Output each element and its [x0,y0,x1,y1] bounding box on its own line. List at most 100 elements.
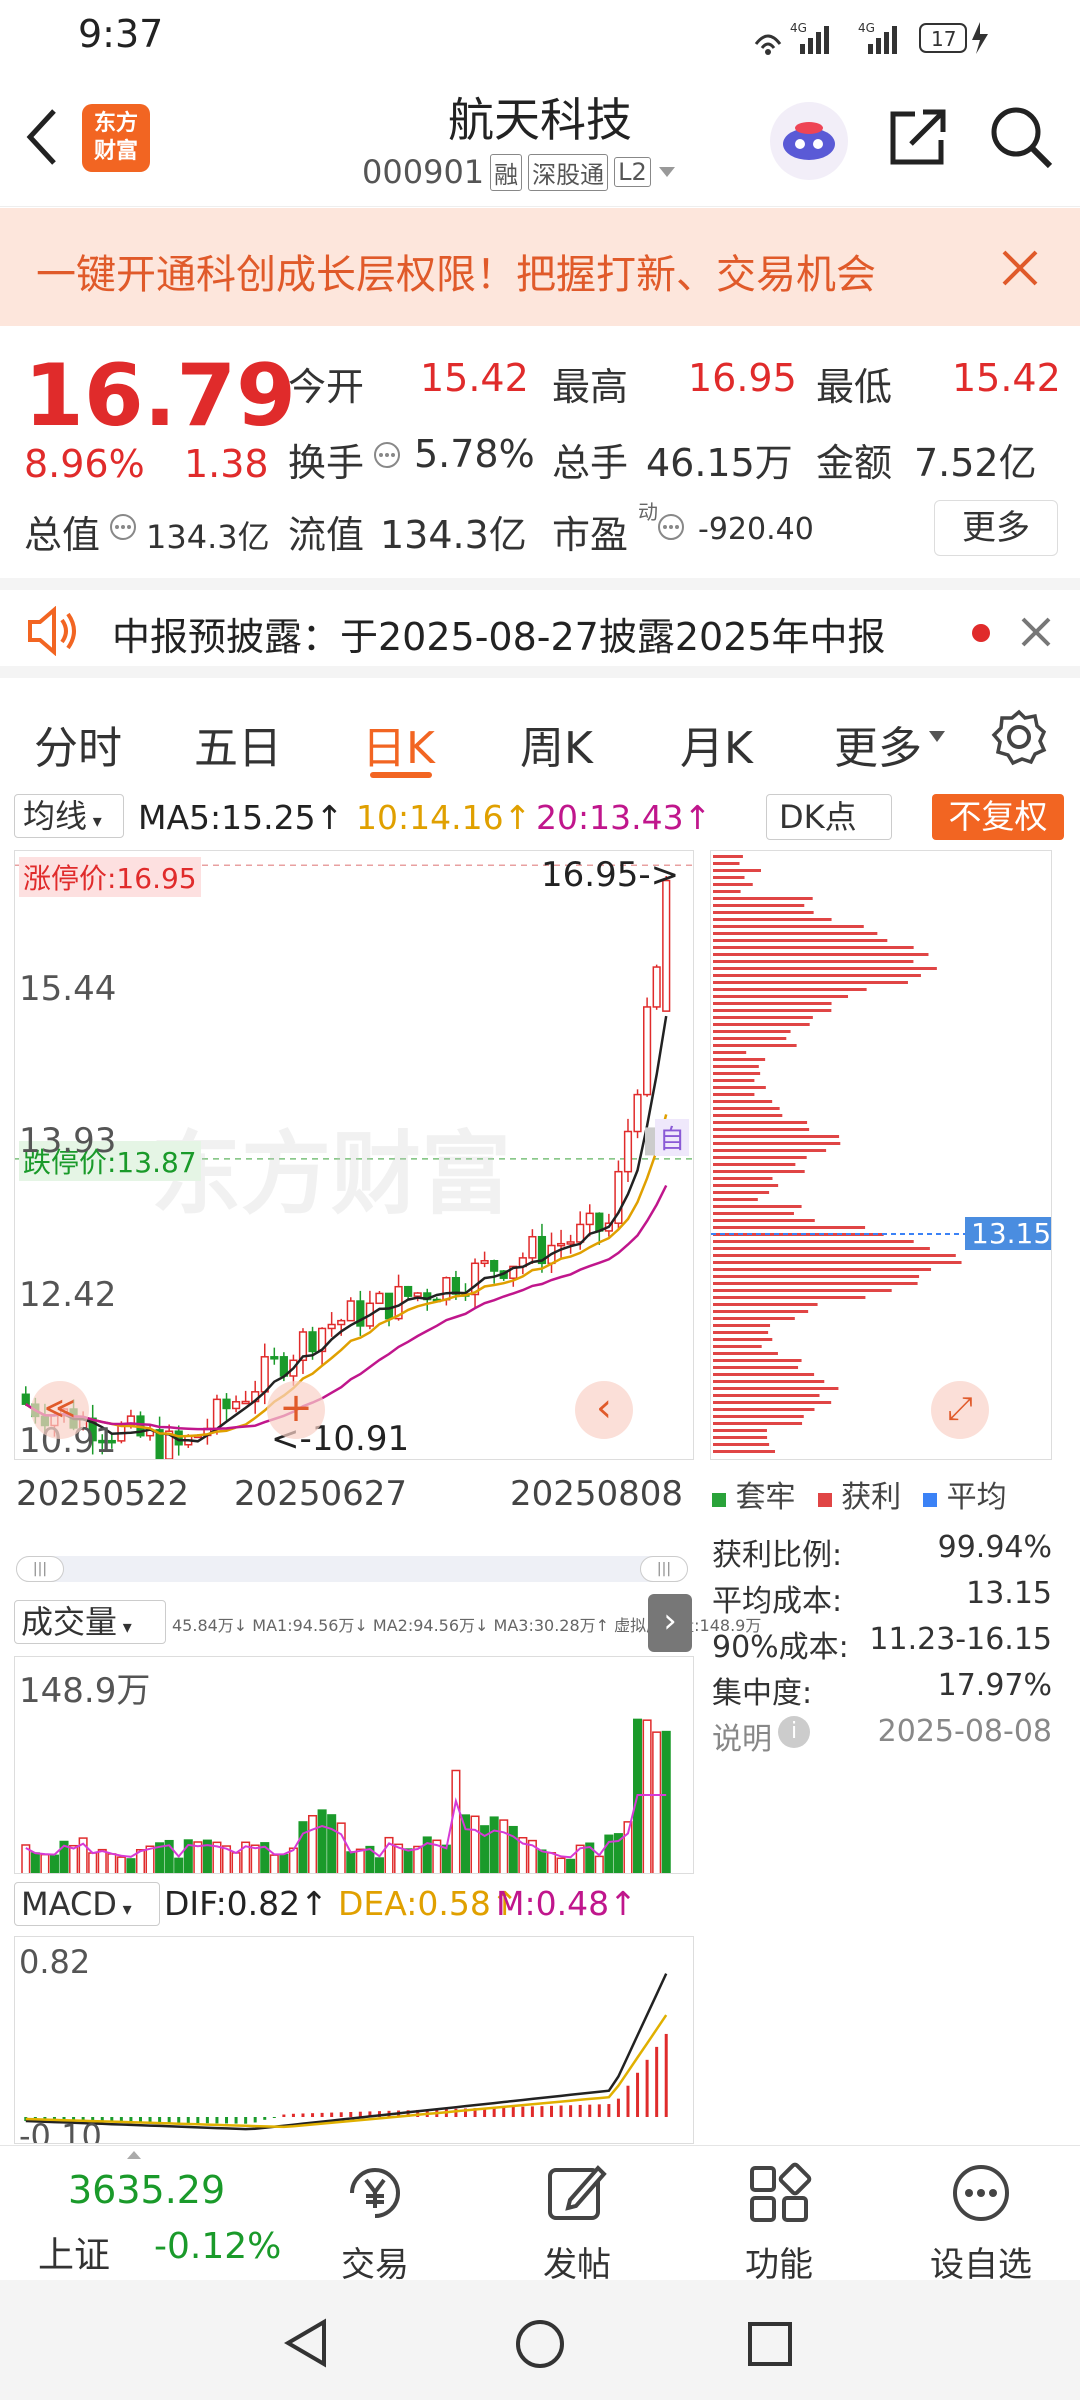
trade-button[interactable]: 交易 [300,2146,450,2285]
active-tab-indicator [370,772,432,778]
turnover-value: 5.78% [414,432,535,476]
candle [576,1223,585,1243]
post-button[interactable]: 发帖 [502,2146,652,2285]
chip-bar [713,1408,815,1411]
gear-icon[interactable] [990,708,1048,766]
more-quote-button[interactable]: 更多 [934,500,1058,556]
share-icon[interactable] [885,106,949,170]
tab-five-day[interactable]: 五日 [194,712,282,776]
macd-bar [645,2059,649,2117]
mktcap-label: 总值 [24,513,101,557]
chip-bar [713,1128,810,1131]
macd-bar [607,2104,611,2117]
functions-label: 功能 [745,2245,813,2285]
tab-monthly-k[interactable]: 月K [680,712,753,776]
chip-bar [713,911,814,914]
close-icon[interactable] [1000,248,1040,288]
nav-recents-icon[interactable] [746,2320,794,2368]
index-ticker[interactable]: 3635.29 上证 -0.12% [0,2146,281,2281]
tab-more[interactable]: 更多 [834,712,922,776]
watermark: 东方财富 [151,1122,511,1227]
tab-intraday[interactable]: 分时 [34,712,122,776]
range-handle-left[interactable]: ||| [16,1556,64,1582]
caret-up-icon [127,2151,141,2159]
info-icon[interactable] [372,440,402,470]
chip-note-row: 说明 i 2025-08-08 [712,1714,1052,1764]
notice-bar[interactable]: 中报预披露：于2025-08-27披露2025年中报 [0,578,1080,678]
chip-bar [713,1037,787,1040]
close-icon[interactable] [1020,616,1052,648]
pe-dynamic-mark: 动 [638,500,658,524]
adjust-selector[interactable]: 不复权 [932,794,1064,840]
volume-bar [97,1848,107,1873]
open-value: 15.42 [420,356,529,400]
zoom-out-button[interactable]: ≪ [31,1381,89,1439]
chip-note[interactable]: 说明 [712,1722,772,1757]
macd-bar [234,2117,238,2124]
candle [413,1292,422,1297]
candle [623,1130,633,1173]
tab-weekly-k[interactable]: 周K [520,712,593,776]
macd-bar [655,2046,659,2117]
ma-selector[interactable]: 均线 ▾ [14,794,124,838]
kline-chart[interactable]: 东方财富 涨停价:16.95 跌停价:13.87 15.44 13.93 12.… [14,850,694,1460]
chip-avg-label: 13.15 [965,1217,1051,1250]
assistant-avatar[interactable] [770,102,848,180]
expand-panel-button[interactable]: › [648,1594,692,1652]
functions-button[interactable]: 功能 [704,2146,854,2285]
tab-daily-k[interactable]: 日K [362,712,435,776]
signal-wifi-icon: 4G 4G 17 [754,21,988,55]
chip-bar [713,988,867,991]
info-icon[interactable]: i [778,1716,810,1748]
stock-header: 东方 财富 航天科技 000901 融 深股通 L2 [0,72,1080,207]
volume-bar [88,1852,98,1873]
scroll-left-button[interactable]: ‹ [575,1381,633,1439]
expand-icon[interactable]: ⤢ [931,1381,989,1439]
chip-bar [713,995,849,998]
volume-bar [355,1848,365,1873]
macd-dea: DEA:0.58↑ [338,1884,519,1923]
macd-bar [186,2117,190,2123]
macd-chart[interactable]: 0.82 -0.10 [14,1936,694,2144]
range-scrollbar[interactable]: ||| ||| [16,1556,688,1582]
volume-bar [250,1844,260,1873]
macd-top-label: 0.82 [19,1943,91,1981]
macd-bar [301,2113,305,2117]
post-label: 发帖 [543,2245,611,2285]
stock-code-row[interactable]: 000901 融 深股通 L2 [362,152,677,192]
dk-point-selector[interactable]: DK点 [766,794,892,840]
add-watchlist-button[interactable]: 设自选 [906,2146,1056,2285]
volume-chart[interactable]: 148.9万 [14,1656,694,1874]
chip-distribution[interactable]: 13.15 ⤢ [710,850,1052,1460]
candle [222,1398,231,1410]
svg-text:4G: 4G [790,21,807,35]
info-icon[interactable] [108,512,138,542]
macd-selector[interactable]: MACD ▾ [14,1882,160,1926]
trade-label: 交易 [341,2245,409,2285]
candle [442,1277,451,1301]
macd-bar [253,2117,257,2123]
search-icon[interactable] [988,104,1054,170]
chip-bar [713,1289,892,1292]
macd-bar [205,2117,209,2124]
volume-bar [499,1819,509,1873]
chip-svg [711,855,1051,1453]
unread-dot [972,624,990,642]
status-time: 9:37 [78,12,164,56]
range-handle-right[interactable]: ||| [640,1556,688,1582]
chip-bar [713,932,878,935]
nav-back-icon[interactable] [282,2318,332,2368]
promo-banner[interactable]: 一键开通科创成长层权限！把握打新、交易机会 [0,208,1080,326]
volume-selector[interactable]: 成交量 ▾ [14,1600,166,1644]
chip-bar [713,1086,766,1089]
macd-bar [158,2117,162,2123]
info-icon[interactable] [656,512,686,542]
macd-bar [540,2106,544,2117]
chip-bar [713,1303,818,1306]
nav-home-icon[interactable] [514,2318,566,2370]
chip-bar [713,1093,755,1096]
volume-ma-line [25,1794,667,1859]
volume-bar [49,1854,59,1873]
chip-bar [713,1198,758,1201]
zoom-in-button[interactable]: + [267,1381,325,1439]
